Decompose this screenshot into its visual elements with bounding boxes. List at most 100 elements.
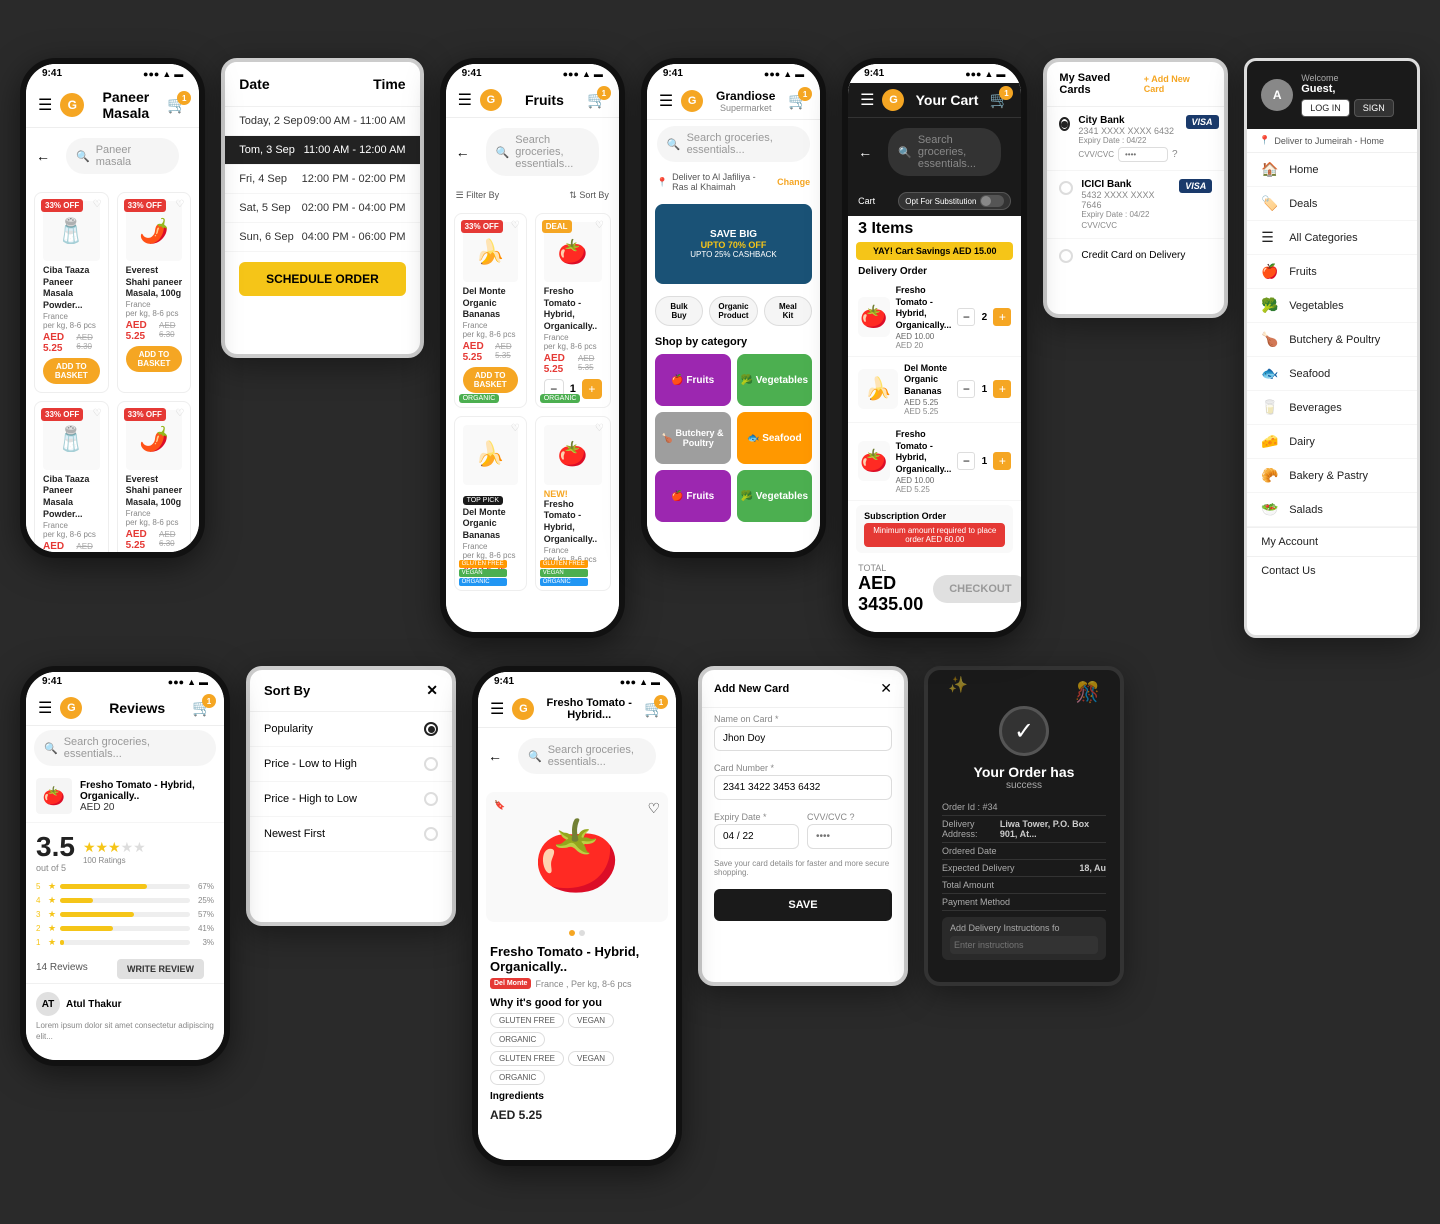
- change-link[interactable]: Change: [777, 177, 810, 187]
- card-option-2[interactable]: ICICI Bank 5432 XXXX XXXX 7646 Expiry Da…: [1047, 171, 1224, 239]
- fruit-card-4[interactable]: ♡ 🍅 GLUTEN FREE VEGAN ORGANIC NEW! Fresh…: [535, 416, 611, 591]
- checkout-btn[interactable]: CHECKOUT: [933, 575, 1021, 603]
- instructions-input[interactable]: [950, 936, 1098, 954]
- sidebar-item-categories[interactable]: ☰ All Categories: [1247, 221, 1417, 255]
- cart-button-4[interactable]: 🛒1: [788, 91, 808, 111]
- sidebar-item-salads[interactable]: 🥗 Salads: [1247, 493, 1417, 527]
- product-card-2[interactable]: 33% OFF ♡ 🌶️ Everest Shahi paneer Masala…: [117, 192, 192, 393]
- cvv-input-1[interactable]: [1118, 147, 1168, 162]
- close-icon-sort[interactable]: ✕: [426, 682, 438, 699]
- qty-minus-cart-1[interactable]: −: [957, 308, 975, 326]
- sort-radio-1[interactable]: [424, 722, 438, 736]
- card-radio-3[interactable]: [1059, 249, 1073, 263]
- sort-icon[interactable]: ⇅ Sort By: [569, 190, 609, 201]
- schedule-row-2[interactable]: Tom, 3 Sep 11:00 AM - 12:00 AM: [225, 136, 419, 165]
- menu-icon[interactable]: ☰: [38, 95, 52, 115]
- sidebar-item-beverages[interactable]: 🥛 Beverages: [1247, 391, 1417, 425]
- write-review-btn[interactable]: WRITE REVIEW: [117, 959, 204, 979]
- cat-veggies-2[interactable]: 🥦 Vegetables: [737, 470, 813, 522]
- meal-kit-btn[interactable]: Meal Kit: [764, 296, 812, 326]
- schedule-btn[interactable]: SCHEDULE ORDER: [239, 262, 405, 296]
- cat-seafood[interactable]: 🐟 Seafood: [737, 412, 813, 464]
- search-bar-3[interactable]: 🔍 Search groceries, essentials...: [486, 128, 599, 176]
- opt-substitution-toggle[interactable]: Opt For Substitution: [898, 192, 1011, 210]
- add-to-basket-btn-2[interactable]: ADD TO BASKET: [126, 346, 183, 372]
- schedule-row-3[interactable]: Fri, 4 Sep 12:00 PM - 02:00 PM: [225, 165, 419, 194]
- sidebar-item-vegetables[interactable]: 🥦 Vegetables: [1247, 289, 1417, 323]
- schedule-row-4[interactable]: Sat, 5 Sep 02:00 PM - 04:00 PM: [225, 194, 419, 223]
- cart-button-8[interactable]: 🛒1: [990, 90, 1010, 110]
- heart-icon-3-4[interactable]: ♡: [595, 423, 604, 434]
- wishlist-icon[interactable]: 🔖: [494, 800, 505, 811]
- card-radio-1[interactable]: [1059, 117, 1070, 131]
- promo-banner[interactable]: SAVE BIG UPTO 70% OFF UPTO 25% CASHBACK: [655, 204, 812, 284]
- signup-btn[interactable]: SIGN: [1354, 99, 1394, 117]
- sort-radio-4[interactable]: [424, 827, 438, 841]
- sidebar-item-bakery[interactable]: 🥐 Bakery & Pastry: [1247, 459, 1417, 493]
- sidebar-item-home[interactable]: 🏠 Home: [1247, 153, 1417, 187]
- sort-item-popularity[interactable]: Popularity: [250, 712, 452, 747]
- bulk-buy-btn[interactable]: Bulk Buy: [655, 296, 703, 326]
- search-bar-5[interactable]: 🔍 Search groceries, essentials...: [34, 730, 216, 766]
- back-icon[interactable]: ←: [36, 148, 50, 164]
- qty-plus-1[interactable]: +: [582, 379, 602, 399]
- login-btn[interactable]: LOG IN: [1301, 99, 1350, 117]
- cart-button-3[interactable]: 🛒1: [587, 90, 607, 110]
- sidebar-item-butchery[interactable]: 🍗 Butchery & Poultry: [1247, 323, 1417, 357]
- close-icon-card[interactable]: ✕: [880, 680, 892, 697]
- cvv-field-input[interactable]: [807, 824, 892, 849]
- expiry-input[interactable]: [714, 824, 799, 849]
- sort-item-price-low[interactable]: Price - Low to High: [250, 747, 452, 782]
- sidebar-contact-us[interactable]: Contact Us: [1247, 556, 1417, 585]
- add-banana-btn-1[interactable]: ADD TO BASKET: [463, 367, 518, 393]
- search-bar-7[interactable]: 🔍 Search groceries, essentials...: [518, 738, 656, 774]
- heart-icon-2[interactable]: ♡: [175, 199, 184, 210]
- cart-button-5[interactable]: 🛒1: [192, 698, 212, 718]
- search-bar-4[interactable]: 🔍 Search groceries, essentials...: [657, 126, 810, 162]
- qty-plus-cart-2[interactable]: +: [993, 380, 1011, 398]
- name-input[interactable]: [714, 726, 892, 751]
- save-card-btn[interactable]: SAVE: [714, 889, 892, 921]
- product-card-3[interactable]: 33% OFF ♡ 🧂 Ciba Taaza Paneer Masala Pow…: [34, 401, 109, 552]
- qty-plus-cart-3[interactable]: +: [993, 452, 1011, 470]
- cart-button[interactable]: 🛒1: [167, 95, 187, 115]
- heart-icon-3-1[interactable]: ♡: [511, 220, 520, 231]
- back-icon-8[interactable]: ←: [858, 144, 872, 160]
- product-card-1[interactable]: 33% OFF ♡ 🧂 Ciba Taaza Paneer Masala Pow…: [34, 192, 109, 393]
- cvv-help[interactable]: ?: [850, 812, 855, 822]
- search-bar-1[interactable]: 🔍 Paneer masala: [66, 138, 179, 174]
- toggle-switch[interactable]: [980, 195, 1004, 207]
- heart-icon-1[interactable]: ♡: [93, 199, 102, 210]
- qty-minus-cart-3[interactable]: −: [957, 452, 975, 470]
- heart-icon-3-3[interactable]: ♡: [511, 423, 520, 434]
- card-radio-2[interactable]: [1059, 181, 1073, 195]
- fruit-card-2[interactable]: DEAL ♡ 🍅 ORGANIC Fresho Tomato - Hybrid,…: [535, 213, 611, 408]
- cat-butchery-poultry[interactable]: 🍗 Butchery &Poultry: [655, 412, 731, 464]
- heart-icon-3[interactable]: ♡: [93, 408, 102, 419]
- card-option-1[interactable]: City Bank 2341 XXXX XXXX 6432 Expiry Dat…: [1047, 107, 1224, 171]
- cat-fruits[interactable]: 🍎 Fruits: [655, 354, 731, 406]
- cat-vegetables[interactable]: 🥦 Vegetables: [737, 354, 813, 406]
- cart-button-7[interactable]: 🛒1: [644, 699, 664, 719]
- cvv-help-icon[interactable]: ?: [1172, 149, 1178, 160]
- heart-icon-3-2[interactable]: ♡: [595, 220, 604, 231]
- qty-plus-cart-1[interactable]: +: [993, 308, 1011, 326]
- sort-item-newest[interactable]: Newest First: [250, 817, 452, 852]
- menu-icon-7[interactable]: ☰: [490, 699, 504, 719]
- add-card-link[interactable]: + Add New Card: [1144, 74, 1212, 94]
- sort-radio-2[interactable]: [424, 757, 438, 771]
- menu-icon-5[interactable]: ☰: [38, 698, 52, 718]
- cat-fruits-2[interactable]: 🍎 Fruits: [655, 470, 731, 522]
- sort-radio-3[interactable]: [424, 792, 438, 806]
- sidebar-item-seafood[interactable]: 🐟 Seafood: [1247, 357, 1417, 391]
- schedule-row-1[interactable]: Today, 2 Sep 09:00 AM - 11:00 AM: [225, 107, 419, 136]
- add-to-basket-btn-1[interactable]: ADD TO BASKET: [43, 358, 100, 384]
- fav-btn[interactable]: ♡: [647, 800, 660, 817]
- back-icon-3[interactable]: ←: [456, 144, 470, 160]
- sidebar-item-fruits[interactable]: 🍎 Fruits: [1247, 255, 1417, 289]
- fruit-card-1[interactable]: 33% OFF ♡ 🍌 ORGANIC Del Monte Organic Ba…: [454, 213, 527, 408]
- credit-on-delivery[interactable]: Credit Card on Delivery: [1047, 239, 1224, 271]
- card-number-input[interactable]: [714, 775, 892, 800]
- back-icon-7[interactable]: ←: [488, 748, 502, 764]
- filter-icon[interactable]: ☰ Filter By: [456, 190, 500, 201]
